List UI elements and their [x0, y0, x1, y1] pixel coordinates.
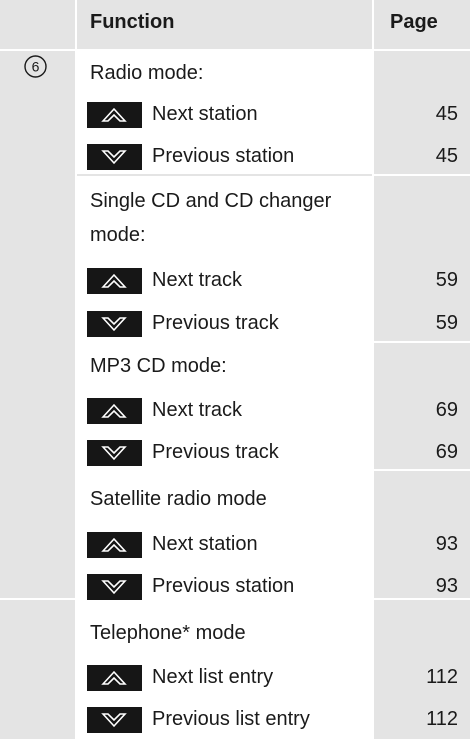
up-arrow-icon [101, 537, 127, 552]
row-label: Next list entry [152, 666, 274, 688]
row-label: Previous list entry [152, 708, 310, 730]
down-arrow-key [87, 574, 142, 600]
down-arrow-icon [101, 580, 127, 595]
function-column-header: Function [90, 11, 175, 33]
row-label: Previous station [152, 575, 295, 597]
down-arrow-icon [101, 150, 127, 165]
down-arrow-icon [101, 713, 127, 728]
row-page: 69 [435, 441, 458, 463]
up-arrow-key [87, 665, 142, 691]
up-arrow-icon [101, 670, 127, 685]
up-arrow-key [87, 532, 142, 558]
up-arrow-key [87, 398, 142, 424]
row-page: 59 [435, 312, 458, 334]
row-divider [374, 469, 470, 471]
row-page: 45 [435, 103, 458, 125]
row-page: 93 [435, 533, 458, 555]
row-page: 93 [435, 575, 458, 597]
page-column-header: Page [390, 11, 438, 33]
up-arrow-key [87, 268, 142, 294]
section-title-telephone: Telephone* mode [90, 622, 246, 644]
left-column-shade [0, 0, 75, 739]
section-title-cd-line1: Single CD and CD changer [90, 190, 332, 212]
down-arrow-key [87, 440, 142, 466]
section-title-radio: Radio mode: [90, 62, 204, 84]
up-arrow-icon [101, 403, 127, 418]
row-divider [374, 174, 470, 176]
row-label: Previous track [152, 441, 279, 463]
column-divider [372, 0, 374, 739]
down-arrow-icon [101, 446, 127, 461]
down-arrow-key [87, 311, 142, 337]
section-title-satellite: Satellite radio mode [90, 488, 267, 510]
down-arrow-key [87, 707, 142, 733]
down-arrow-icon [101, 317, 127, 332]
row-page: 112 [426, 708, 458, 730]
row-label: Previous station [152, 145, 295, 167]
marker-number: 6 [32, 59, 40, 75]
function-table: Function Page 6 Radio mode: Next station… [0, 0, 470, 739]
row-label: Next track [152, 399, 243, 421]
circled-number-marker: 6 [24, 55, 47, 78]
up-arrow-icon [101, 107, 127, 122]
row-page: 45 [435, 145, 458, 167]
row-label: Next track [152, 269, 243, 291]
row-label: Next station [152, 533, 258, 555]
row-page: 59 [435, 269, 458, 291]
row-divider [0, 49, 470, 51]
section-title-cd-line2: mode: [90, 224, 146, 246]
row-page: 69 [435, 399, 458, 421]
section-title-mp3: MP3 CD mode: [90, 355, 227, 377]
row-label: Next station [152, 103, 258, 125]
up-arrow-icon [101, 273, 127, 288]
column-divider [75, 0, 77, 739]
down-arrow-key [87, 144, 142, 170]
row-divider [374, 341, 470, 343]
up-arrow-key [87, 102, 142, 128]
row-page: 112 [426, 666, 458, 688]
row-label: Previous track [152, 312, 279, 334]
